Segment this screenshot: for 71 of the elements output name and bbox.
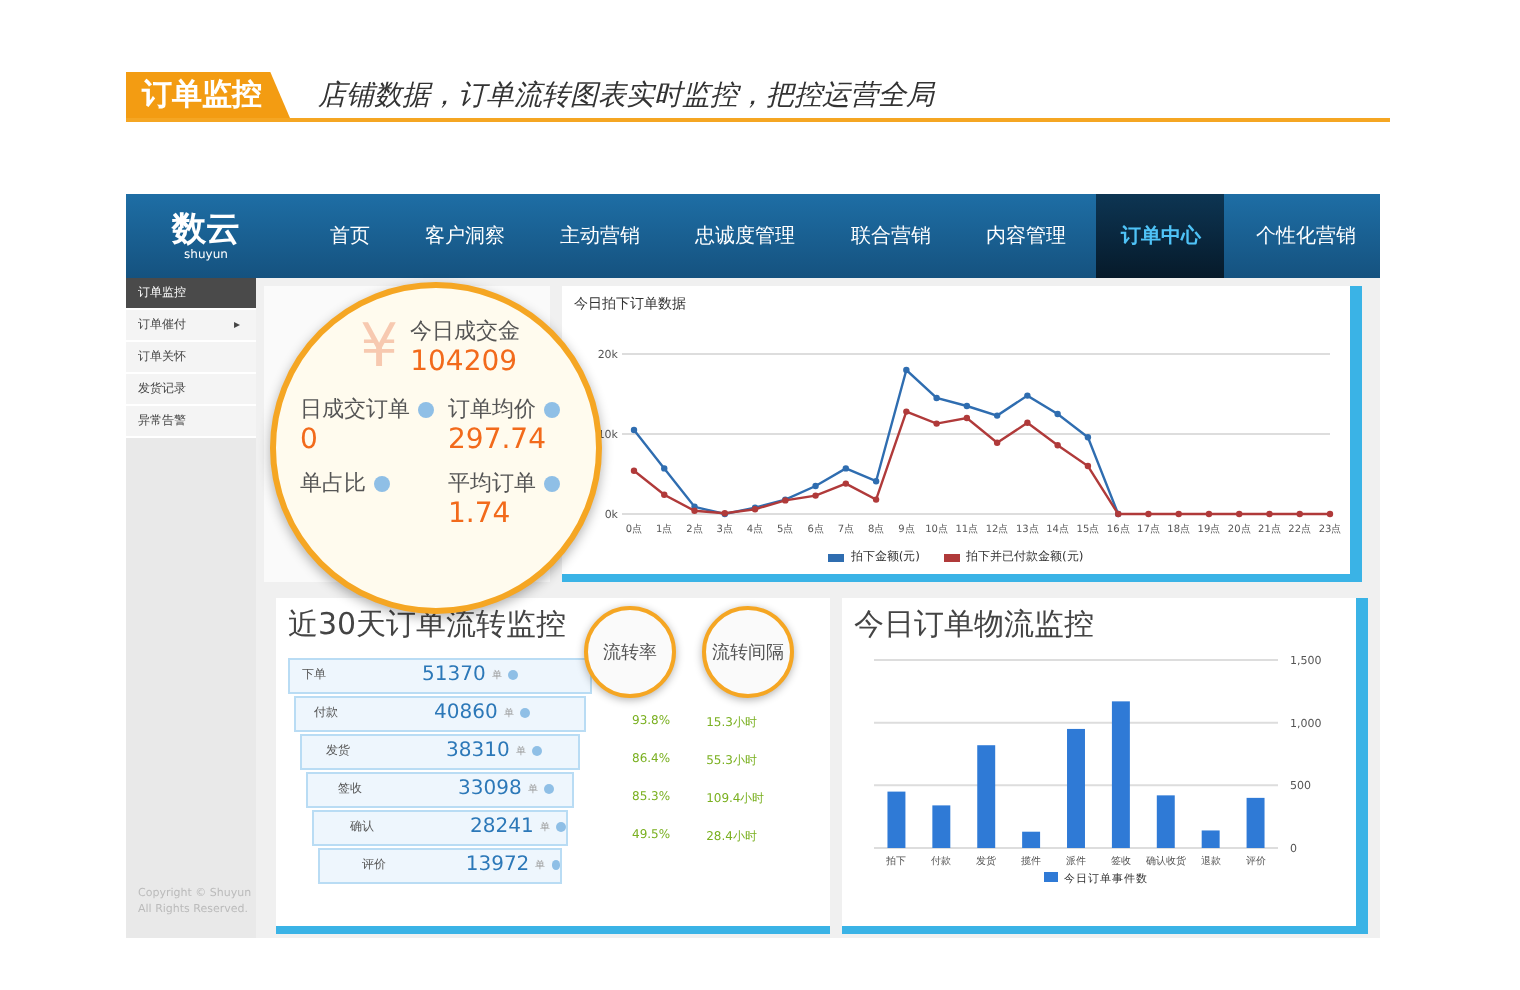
nav-tab[interactable]: 首页 — [306, 194, 394, 278]
point — [1145, 510, 1152, 518]
bar — [1156, 795, 1175, 848]
point — [963, 402, 971, 410]
help-icon — [544, 475, 560, 491]
nav-tab[interactable]: 忠诚度管理 — [671, 194, 820, 278]
nav-tab[interactable]: 内容管理 — [961, 194, 1090, 278]
help-icon — [551, 860, 560, 870]
bar — [932, 805, 951, 848]
help-icon — [519, 708, 530, 718]
point — [1296, 510, 1303, 518]
help-icon — [543, 784, 554, 794]
bar — [977, 745, 996, 848]
help-icon — [418, 401, 434, 417]
point — [661, 491, 668, 498]
point — [872, 496, 880, 503]
point — [1054, 410, 1061, 418]
help-icon — [374, 475, 390, 491]
point — [1024, 392, 1031, 399]
point — [630, 426, 638, 434]
point — [630, 467, 638, 474]
help-icon — [507, 670, 518, 680]
help-icon — [531, 746, 542, 756]
stat-label: 订单均价 — [448, 394, 584, 424]
point — [1024, 419, 1031, 426]
currency-symbol: ¥ — [360, 312, 399, 382]
point — [1084, 434, 1092, 441]
bar — [1201, 830, 1220, 848]
bar — [1246, 797, 1265, 848]
panel-title: 今日订单物流监控 — [854, 606, 1096, 644]
nav-tab[interactable]: 主动营销 — [536, 194, 665, 278]
point — [872, 478, 880, 485]
point — [842, 480, 850, 487]
point — [661, 465, 668, 472]
bar — [1067, 728, 1085, 848]
nav-tab[interactable]: 个性化营销 — [1231, 194, 1380, 278]
nav-tab[interactable]: 订单中心 — [1096, 194, 1225, 278]
nav-tab[interactable]: 客户洞察 — [401, 194, 530, 278]
point — [1326, 510, 1334, 518]
point — [933, 420, 940, 427]
bar — [1022, 831, 1041, 848]
stat-value: 0 — [300, 424, 320, 456]
help-icon — [555, 822, 566, 832]
section-subtitle: 店铺数据，订单流转图表实时监控，把控运营全局 — [318, 77, 934, 113]
point — [1205, 510, 1213, 518]
stat-label: 单占比 — [300, 468, 436, 498]
point — [812, 482, 819, 490]
point — [993, 412, 1001, 419]
stat-label: 今日成交金 — [410, 316, 521, 346]
point — [1236, 510, 1243, 518]
stat-value: 104209 — [410, 346, 520, 378]
point — [1266, 510, 1273, 518]
help-icon — [544, 401, 560, 417]
point — [812, 492, 819, 499]
nav-tab[interactable]: 联合营销 — [826, 194, 955, 278]
stat-value: 297.74 — [448, 424, 548, 456]
point — [842, 465, 850, 472]
stat-value: 1.74 — [448, 498, 513, 530]
point — [1054, 442, 1061, 449]
point — [933, 394, 940, 402]
section-tag: 订单监控 — [126, 72, 290, 118]
point — [963, 414, 971, 422]
point — [1175, 510, 1182, 518]
stat-label: 平均订单 — [448, 468, 584, 498]
point — [993, 439, 1001, 446]
point — [1084, 462, 1092, 470]
stat-label: 日成交订单 — [300, 394, 436, 424]
legend-swatch — [1044, 872, 1058, 882]
point — [903, 408, 910, 415]
point — [903, 366, 910, 374]
bar — [887, 791, 906, 848]
